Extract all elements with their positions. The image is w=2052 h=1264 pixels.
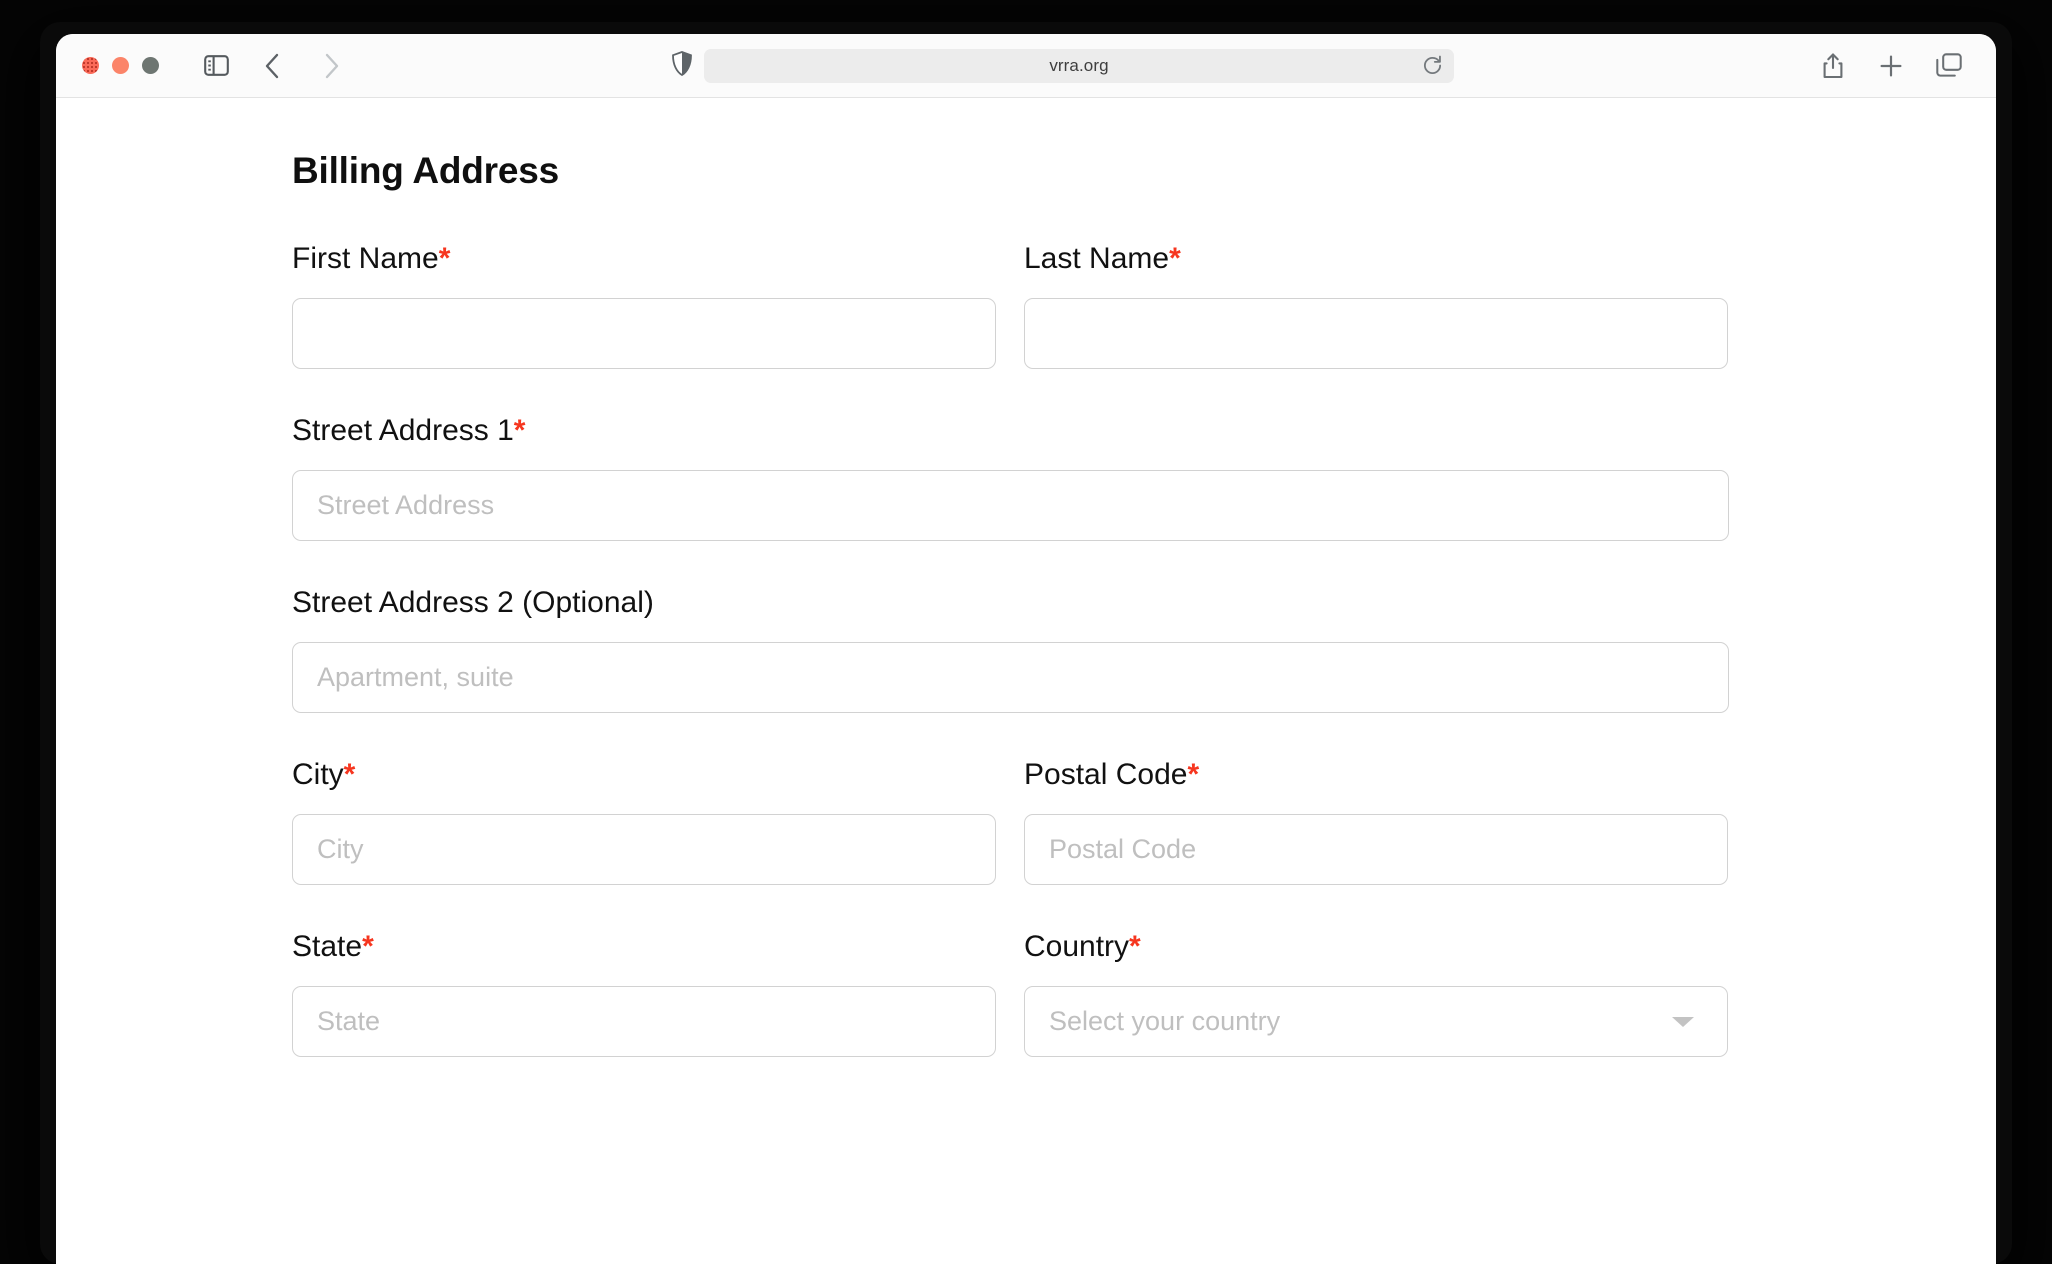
address-bar[interactable]: vrra.org (704, 48, 1454, 83)
sidebar-toggle-icon[interactable] (195, 45, 237, 87)
share-icon[interactable] (1812, 45, 1854, 87)
street-address-1-label-text: Street Address 1 (292, 414, 514, 447)
forward-chevron-icon[interactable] (311, 45, 353, 87)
toolbar-right-group (1812, 45, 1970, 87)
navigation-group (195, 45, 353, 87)
state-label-text: State (292, 930, 363, 963)
required-asterisk: * (513, 414, 526, 447)
first-name-input[interactable] (292, 298, 996, 369)
required-asterisk: * (1169, 242, 1181, 275)
required-asterisk: * (1187, 758, 1200, 791)
name-row: First Name* Last Name* (292, 242, 1729, 414)
city-label-text: City (292, 758, 344, 791)
state-country-row: State* Country* (292, 930, 1729, 1102)
city-postal-row: City* Postal Code* (292, 758, 1729, 930)
field-country: Country* (1024, 930, 1728, 1057)
postal-code-input[interactable] (1024, 814, 1728, 885)
billing-address-form: Billing Address First Name* Last Name* S… (292, 150, 1729, 1102)
country-label-text: Country (1024, 930, 1130, 963)
required-asterisk: * (343, 758, 356, 791)
last-name-label: Last Name* (1024, 242, 1728, 276)
country-label: Country* (1024, 930, 1728, 964)
desktop-background: vrra.org Billing Address First Name* Las… (0, 0, 2052, 1264)
browser-window: vrra.org Billing Address First Name* Las… (56, 34, 1996, 1264)
reload-icon[interactable] (1420, 54, 1444, 78)
browser-toolbar: vrra.org (56, 34, 1996, 98)
street-address-1-label: Street Address 1* (292, 414, 1729, 448)
postal-code-label: Postal Code* (1024, 758, 1728, 792)
first-name-label: First Name* (292, 242, 996, 276)
street-address-2-input[interactable] (292, 642, 1729, 713)
page-viewport: Billing Address First Name* Last Name* S… (56, 98, 1996, 1264)
field-city: City* (292, 758, 996, 885)
privacy-shield-icon[interactable] (672, 50, 692, 81)
city-input[interactable] (292, 814, 996, 885)
street-address-1-input[interactable] (292, 470, 1729, 541)
page-title: Billing Address (292, 150, 560, 191)
required-asterisk: * (362, 930, 374, 963)
url-text: vrra.org (1049, 55, 1109, 75)
state-label: State* (292, 930, 996, 964)
last-name-label-text: Last Name (1024, 242, 1170, 275)
state-input[interactable] (292, 986, 996, 1057)
first-name-label-text: First Name (292, 242, 439, 275)
field-street-address-1: Street Address 1* (292, 414, 1729, 541)
field-postal-code: Postal Code* (1024, 758, 1728, 885)
minimize-button[interactable] (112, 57, 129, 74)
field-state: State* (292, 930, 996, 1057)
country-select[interactable] (1024, 986, 1728, 1057)
maximize-button[interactable] (142, 57, 159, 74)
back-chevron-icon[interactable] (251, 45, 293, 87)
postal-code-label-text: Postal Code (1024, 758, 1188, 791)
street-address-2-label: Street Address 2 (Optional) (292, 586, 654, 619)
city-label: City* (292, 758, 996, 792)
close-button[interactable] (82, 57, 99, 74)
last-name-input[interactable] (1024, 298, 1728, 369)
required-asterisk: * (1129, 930, 1141, 963)
field-last-name: Last Name* (1024, 242, 1728, 369)
field-street-address-2: Street Address 2 (Optional) (292, 586, 1729, 713)
tab-overview-icon[interactable] (1928, 45, 1970, 87)
field-first-name: First Name* (292, 242, 996, 369)
required-asterisk: * (438, 242, 451, 275)
window-controls (82, 57, 159, 74)
plus-icon[interactable] (1870, 45, 1912, 87)
country-select-wrapper (1024, 986, 1728, 1057)
